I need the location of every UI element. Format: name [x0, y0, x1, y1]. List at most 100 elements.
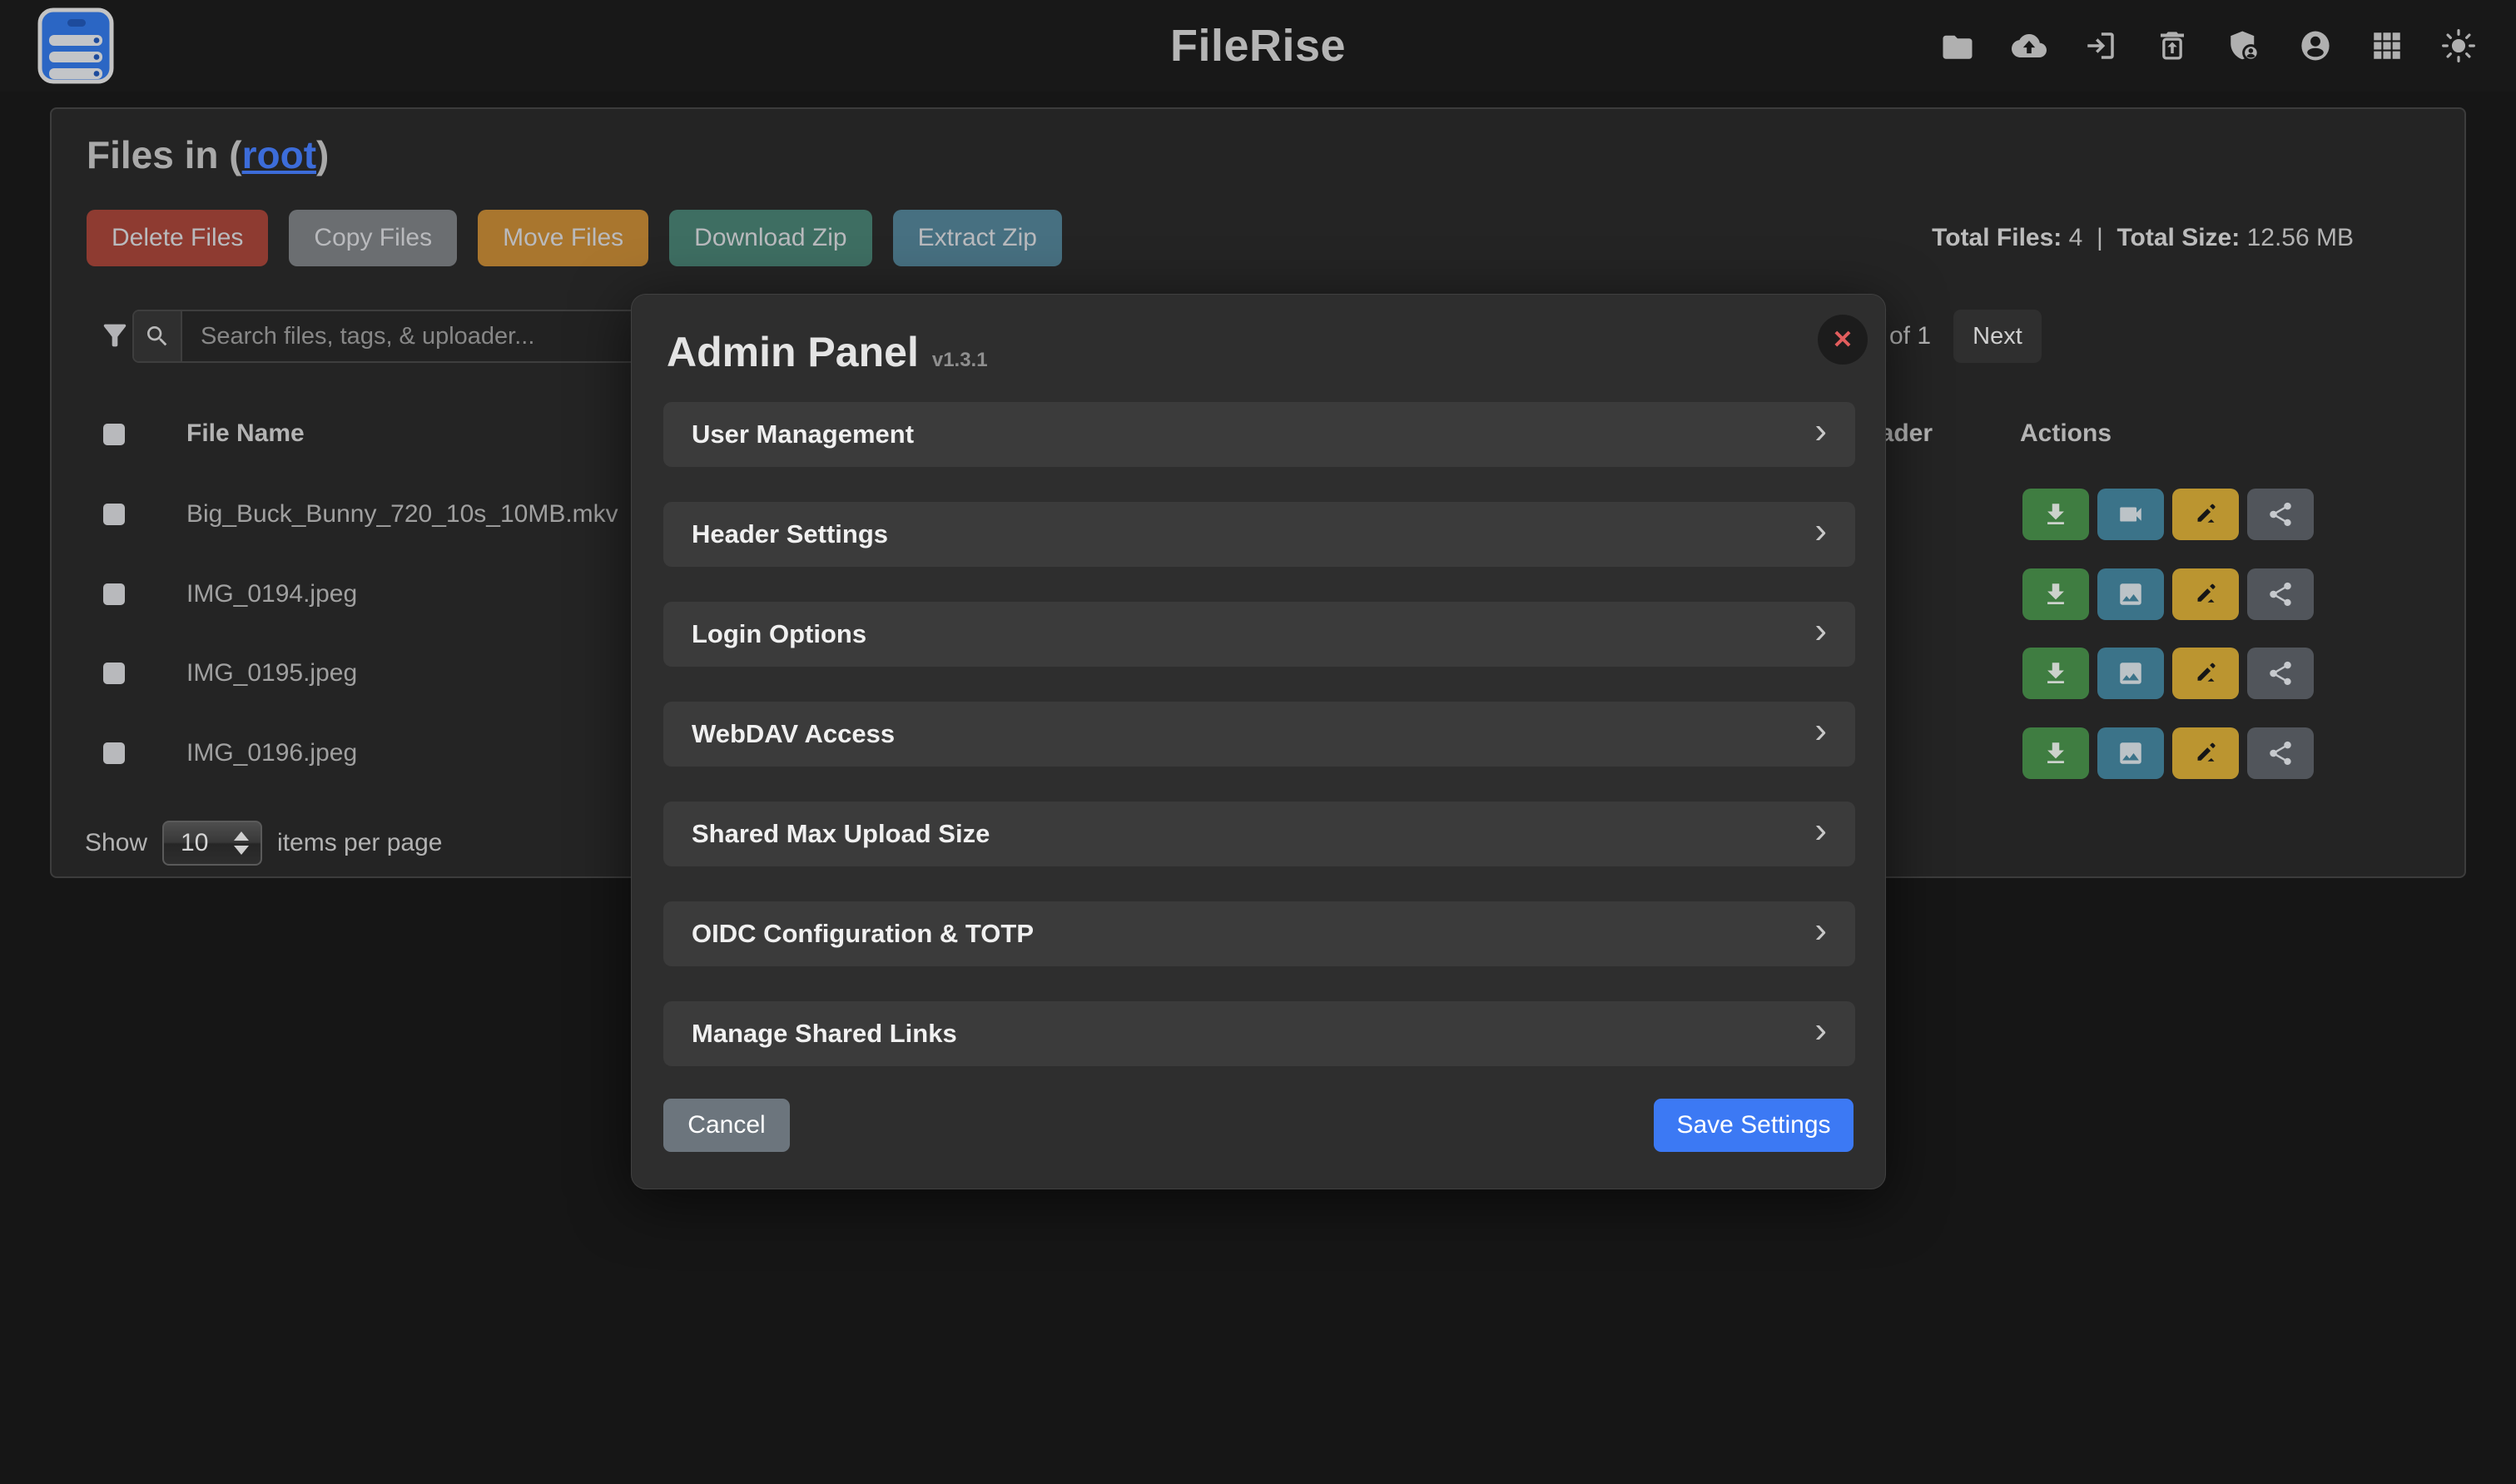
row-checkbox[interactable] — [103, 663, 125, 684]
file-name[interactable]: Big_Buck_Bunny_720_10s_10MB.mkv — [186, 500, 618, 529]
root-folder-link[interactable]: root — [242, 133, 316, 176]
admin-shield-icon[interactable] — [2226, 28, 2261, 63]
image-preview-button[interactable] — [2097, 568, 2164, 620]
share-button[interactable] — [2247, 727, 2314, 779]
next-page-button[interactable]: Next — [1953, 310, 2042, 363]
column-header-file-name[interactable]: File Name — [186, 419, 305, 448]
file-action-toolbar: Delete Files Copy Files Move Files Downl… — [87, 210, 1062, 266]
pagination-of-text: of 1 — [1889, 310, 1931, 363]
rename-button[interactable] — [2172, 727, 2239, 779]
modal-version: v1.3.1 — [932, 349, 988, 372]
column-header-actions: Actions — [2020, 419, 2112, 448]
video-icon — [2117, 500, 2145, 529]
section-shared-max-upload-size[interactable]: Shared Max Upload Size › — [663, 802, 1855, 866]
download-button[interactable] — [2022, 648, 2089, 699]
share-button[interactable] — [2247, 648, 2314, 699]
share-button[interactable] — [2247, 489, 2314, 540]
image-preview-button[interactable] — [2097, 648, 2164, 699]
items-per-page-control: Show 10 items per page — [85, 820, 443, 866]
section-label: Header Settings — [692, 519, 1814, 549]
image-icon — [2117, 739, 2145, 767]
chevron-right-icon: › — [1814, 513, 1827, 549]
row-checkbox[interactable] — [103, 583, 125, 605]
totals-separator: | — [2097, 224, 2103, 251]
share-icon — [2266, 739, 2295, 767]
section-label: User Management — [692, 419, 1814, 449]
total-size-label: Total Size: — [2117, 224, 2240, 251]
cancel-button[interactable]: Cancel — [663, 1099, 790, 1152]
delete-files-button[interactable]: Delete Files — [87, 210, 268, 266]
edit-pen-icon — [2191, 659, 2220, 687]
section-label: OIDC Configuration & TOTP — [692, 919, 1814, 949]
folder-icon[interactable] — [1940, 28, 1975, 63]
section-label: WebDAV Access — [692, 719, 1814, 749]
items-per-page-value: 10 — [181, 829, 234, 857]
section-label: Shared Max Upload Size — [692, 819, 1814, 849]
cloud-upload-icon[interactable] — [2012, 28, 2047, 63]
chevron-right-icon: › — [1814, 1012, 1827, 1049]
rename-button[interactable] — [2172, 648, 2239, 699]
rename-button[interactable] — [2172, 489, 2239, 540]
chevron-right-icon: › — [1814, 613, 1827, 649]
file-name[interactable]: IMG_0196.jpeg — [186, 739, 357, 767]
show-label: Show — [85, 829, 147, 857]
section-label: Login Options — [692, 619, 1814, 649]
select-all-checkbox[interactable] — [103, 424, 125, 445]
chevron-right-icon: › — [1814, 912, 1827, 949]
file-name[interactable]: IMG_0195.jpeg — [186, 659, 357, 687]
totals-summary: Total Files: 4 | Total Size: 12.56 MB — [1932, 224, 2354, 252]
image-icon — [2117, 659, 2145, 687]
row-actions — [2022, 568, 2314, 620]
row-checkbox[interactable] — [103, 742, 125, 764]
section-oidc-totp[interactable]: OIDC Configuration & TOTP › — [663, 901, 1855, 966]
sign-in-icon[interactable] — [2083, 28, 2118, 63]
download-button[interactable] — [2022, 568, 2089, 620]
row-actions — [2022, 727, 2314, 779]
items-per-page-select[interactable]: 10 — [162, 821, 262, 866]
filter-icon[interactable] — [98, 319, 132, 352]
header-actions — [1940, 0, 2476, 92]
breadcrumb-suffix: ) — [316, 133, 329, 176]
download-icon — [2042, 659, 2070, 687]
section-header-settings[interactable]: Header Settings › — [663, 502, 1855, 567]
download-button[interactable] — [2022, 489, 2089, 540]
share-button[interactable] — [2247, 568, 2314, 620]
share-icon — [2266, 580, 2295, 608]
image-icon — [2117, 580, 2145, 608]
section-webdav-access[interactable]: WebDAV Access › — [663, 702, 1855, 767]
trash-restore-icon[interactable] — [2155, 28, 2190, 63]
row-actions — [2022, 648, 2314, 699]
file-name[interactable]: IMG_0194.jpeg — [186, 580, 357, 608]
chevron-right-icon: › — [1814, 712, 1827, 749]
video-preview-button[interactable] — [2097, 489, 2164, 540]
download-zip-button[interactable]: Download Zip — [669, 210, 871, 266]
image-preview-button[interactable] — [2097, 727, 2164, 779]
select-spinner-icon — [234, 831, 249, 855]
edit-pen-icon — [2191, 580, 2220, 608]
edit-pen-icon — [2191, 739, 2220, 767]
search-icon-segment[interactable] — [134, 311, 182, 361]
top-header-bar: FileRise — [0, 0, 2516, 92]
extract-zip-button[interactable]: Extract Zip — [893, 210, 1062, 266]
section-user-management[interactable]: User Management › — [663, 402, 1855, 467]
breadcrumb-prefix: Files in ( — [87, 133, 242, 176]
total-size-value: 12.56 MB — [2247, 224, 2354, 251]
download-icon — [2042, 580, 2070, 608]
breadcrumb: Files in (root) — [87, 132, 329, 177]
row-checkbox[interactable] — [103, 504, 125, 525]
total-files-label: Total Files: — [1932, 224, 2062, 251]
download-icon — [2042, 739, 2070, 767]
copy-files-button[interactable]: Copy Files — [289, 210, 457, 266]
rename-button[interactable] — [2172, 568, 2239, 620]
user-account-icon[interactable] — [2298, 28, 2333, 63]
close-icon[interactable]: ✕ — [1818, 315, 1868, 365]
modal-title: Admin Panel — [667, 328, 919, 376]
move-files-button[interactable]: Move Files — [478, 210, 648, 266]
download-button[interactable] — [2022, 727, 2089, 779]
section-login-options[interactable]: Login Options › — [663, 602, 1855, 667]
total-files-value: 4 — [2069, 224, 2083, 251]
apps-grid-icon[interactable] — [2370, 28, 2404, 63]
save-settings-button[interactable]: Save Settings — [1654, 1099, 1854, 1152]
section-manage-shared-links[interactable]: Manage Shared Links › — [663, 1001, 1855, 1066]
light-mode-icon[interactable] — [2441, 28, 2476, 63]
